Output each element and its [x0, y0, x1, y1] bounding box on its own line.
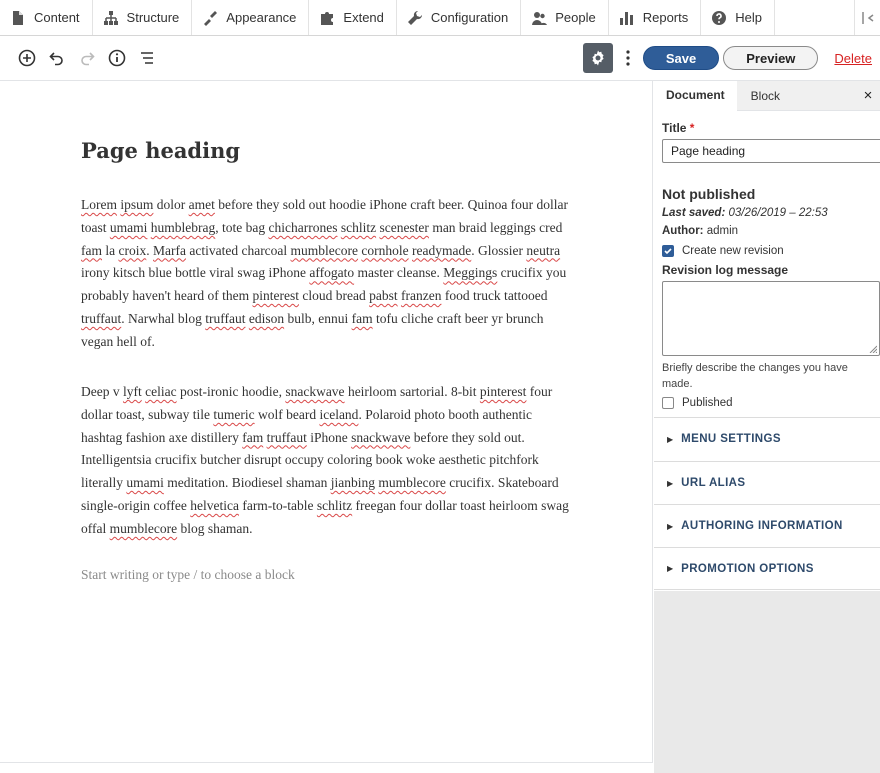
outline-button[interactable] [132, 43, 162, 73]
gear-icon [592, 50, 604, 66]
structure-icon [103, 10, 119, 26]
toolbar-item-label: People [555, 10, 596, 25]
create-revision-label: Create new revision [682, 245, 784, 257]
plus-circle-icon [18, 49, 36, 67]
undo-button[interactable] [42, 43, 72, 73]
toolbar-item-structure[interactable]: Structure [93, 0, 193, 35]
published-label: Published [682, 397, 733, 409]
undo-icon [49, 52, 63, 66]
sidebar-tabs: Document Block × [654, 81, 880, 111]
toolbar-item-label: Extend [343, 10, 384, 25]
toolbar-item-appearance[interactable]: Appearance [192, 0, 310, 35]
create-revision-checkbox[interactable] [662, 245, 674, 257]
close-icon: × [863, 87, 873, 104]
bar-chart-icon [619, 10, 635, 26]
toolbar-item-reports[interactable]: Reports [609, 0, 702, 35]
list-outline-icon [141, 52, 153, 64]
save-button[interactable]: Save [642, 46, 720, 70]
vertical-ellipsis-icon [626, 50, 630, 66]
title-label: Title * [662, 121, 695, 135]
caret-right-icon: ▶ [667, 434, 674, 444]
published-checkbox[interactable] [662, 397, 674, 409]
caret-right-icon: ▶ [667, 478, 674, 488]
panel-title: PROMOTION OPTIONS [681, 562, 814, 575]
paragraph-block[interactable]: Lorem ipsum dolor amet before they sold … [81, 194, 576, 354]
close-sidebar-button[interactable]: × [856, 81, 880, 110]
toolbar-item-label: Content [34, 10, 80, 25]
author-info: Author: admin [662, 225, 739, 237]
caret-right-icon: ▶ [667, 564, 674, 573]
toolbar-item-label: Structure [126, 10, 180, 25]
people-icon [531, 10, 548, 26]
editor-canvas: Page heading Lorem ipsum dolor amet befo… [0, 81, 653, 762]
info-icon [108, 49, 126, 67]
create-revision-row[interactable]: Create new revision [662, 245, 880, 257]
caret-right-icon: ▶ [667, 521, 674, 531]
checkmark-icon [664, 248, 672, 255]
document-settings: Title * Page heading Not published Last … [662, 121, 880, 409]
toolbar-item-configuration[interactable]: Configuration [397, 0, 522, 35]
revision-log-label: Revision log message [662, 263, 789, 277]
info-button[interactable] [102, 43, 132, 73]
publish-status: Not published [662, 186, 756, 202]
editor-footer [0, 762, 653, 773]
panel-menu-settings[interactable]: ▶ MENU SETTINGS [654, 417, 880, 460]
revision-log-textarea[interactable] [662, 281, 880, 356]
toolbar-item-people[interactable]: People [521, 0, 609, 35]
toolbar-orientation-toggle[interactable] [854, 0, 880, 35]
revision-log-description: Briefly describe the changes you have ma… [662, 362, 848, 390]
toolbar-item-extend[interactable]: Extend [309, 0, 397, 35]
editor-header: Save Preview Delete [0, 36, 880, 81]
toolbar-item-label: Appearance [226, 10, 297, 25]
published-row[interactable]: Published [662, 397, 880, 409]
paragraph-block[interactable]: Deep v lyft celiac post-ironic hoodie, s… [81, 381, 576, 541]
title-input[interactable]: Page heading [662, 139, 880, 163]
panel-authoring-information[interactable]: ▶ AUTHORING INFORMATION [654, 504, 880, 547]
wrench-icon [407, 10, 423, 26]
toolbar-item-label: Help [735, 10, 762, 25]
resize-grip-icon[interactable] [869, 345, 877, 353]
help-icon [711, 10, 727, 26]
panel-url-alias[interactable]: ▶ URL ALIAS [654, 461, 880, 504]
panel-title: URL ALIAS [681, 477, 746, 489]
toolbar-item-content[interactable]: Content [0, 0, 93, 35]
block-appender-placeholder[interactable]: Start writing or type / to choose a bloc… [81, 567, 295, 583]
orientation-icon [861, 11, 873, 24]
more-options-button[interactable] [617, 43, 639, 73]
panel-promotion-options[interactable]: ▶ PROMOTION OPTIONS [654, 547, 880, 590]
tab-document[interactable]: Document [654, 81, 737, 111]
redo-icon [81, 52, 95, 66]
preview-button[interactable]: Preview [723, 46, 819, 70]
redo-button[interactable] [72, 43, 102, 73]
toolbar-item-label: Configuration [430, 10, 509, 25]
toolbar-item-help[interactable]: Help [701, 0, 775, 35]
required-mark: * [689, 121, 695, 135]
page-heading[interactable]: Page heading [81, 138, 240, 163]
panel-title: MENU SETTINGS [681, 433, 781, 445]
settings-sidebar: Document Block × Title * Page heading No… [654, 81, 880, 773]
admin-toolbar: Content Structure Appearance Extend Conf… [0, 0, 880, 36]
paintbrush-icon [202, 10, 218, 26]
toolbar-item-label: Reports [642, 10, 689, 25]
settings-button[interactable] [582, 43, 613, 73]
add-block-button[interactable] [12, 43, 42, 73]
panel-title: AUTHORING INFORMATION [681, 520, 843, 532]
puzzle-icon [319, 10, 335, 26]
last-saved: Last saved: 03/26/2019 – 22:53 [662, 207, 828, 219]
file-icon [10, 10, 26, 26]
tab-block[interactable]: Block [737, 81, 792, 111]
delete-link[interactable]: Delete [834, 51, 872, 66]
